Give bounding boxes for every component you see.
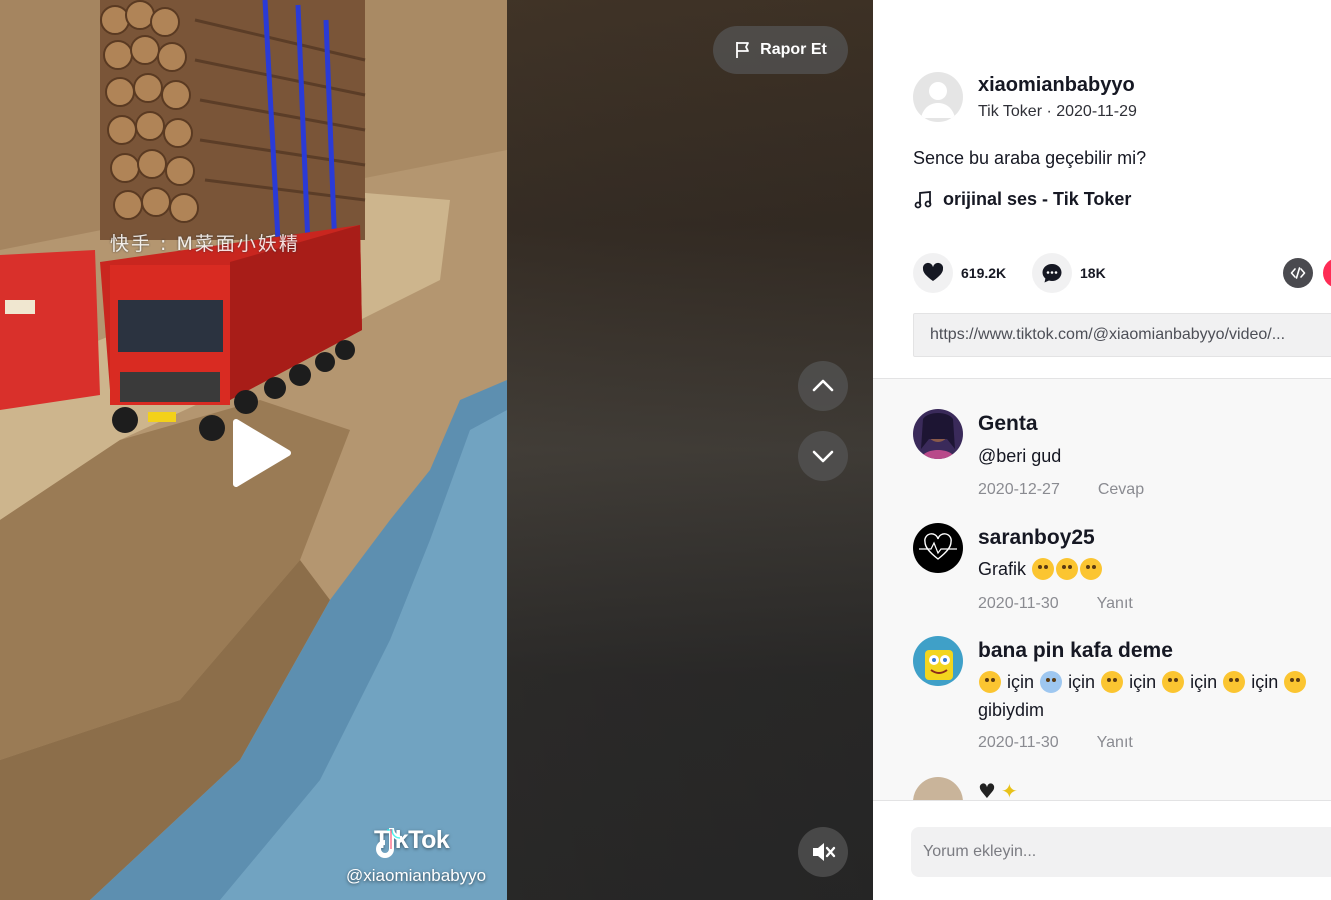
- emoji: [979, 671, 1001, 693]
- author-name[interactable]: xiaomianbabyyo: [978, 74, 1135, 97]
- emoji: [1162, 671, 1185, 693]
- comment-text: için için için için için: [978, 668, 1307, 696]
- comment-item: Genta @beri gud 2020-12-27 Cevap: [913, 409, 1331, 509]
- comment-date: 2020-11-30: [978, 734, 1059, 751]
- commenter-name[interactable]: Genta: [978, 412, 1038, 436]
- embed-code-icon: [1290, 267, 1306, 279]
- video-frame[interactable]: 快手 : M菜面小妖精 TikTok @xiaomianbabyyo: [0, 0, 507, 900]
- reply-button[interactable]: Yanıt: [1097, 595, 1133, 613]
- commenter-avatar[interactable]: [913, 777, 963, 800]
- video-overlay-text: 快手 : M菜面小妖精: [110, 233, 300, 255]
- avatar-image: [913, 636, 963, 686]
- black-heart-emoji: ♥: [978, 779, 996, 800]
- avatar-image: [913, 409, 963, 459]
- embed-button[interactable]: [1283, 258, 1313, 288]
- comment-item: saranboy25 Grafik 2020-11-30 Yanıt: [913, 523, 1331, 623]
- comment-text-continued: gibiydim: [978, 700, 1045, 720]
- comment-date: 2020-12-27: [978, 481, 1060, 498]
- comment-date: 2020-11-30: [978, 595, 1059, 612]
- music-note-icon: [914, 190, 932, 208]
- report-label: Rapor Et: [760, 41, 827, 58]
- play-icon[interactable]: [228, 418, 292, 488]
- emoji: [1040, 671, 1063, 693]
- comment-input-bar: [873, 800, 1331, 900]
- comment-icon: [1042, 264, 1062, 283]
- comment-word: için: [1007, 672, 1035, 692]
- grin-sweat-emoji: [1080, 558, 1103, 580]
- comment-count: 18K: [1080, 265, 1106, 281]
- music-label: orijinal ses - Tik Toker: [943, 189, 1132, 209]
- comment-meta: 2020-12-27 Cevap: [978, 481, 1144, 499]
- video-link-field[interactable]: https://www.tiktok.com/@xiaomianbabyyo/v…: [913, 313, 1331, 357]
- comment-input[interactable]: [911, 827, 1331, 877]
- next-video-button[interactable]: [798, 431, 848, 481]
- watermark-handle: @xiaomianbabyyo: [346, 866, 487, 885]
- comment-text: ♥ ✦: [978, 777, 1018, 800]
- video-details-panel: xiaomianbabyyo Tik Toker · 2020-11-29 Se…: [873, 0, 1331, 900]
- comments-list[interactable]: Genta @beri gud 2020-12-27 Cevap saranbo…: [873, 378, 1331, 800]
- author-avatar[interactable]: [913, 72, 963, 122]
- comment-item: bana pin kafa deme için için için için i…: [913, 636, 1331, 766]
- commenter-avatar[interactable]: [913, 636, 963, 686]
- video-caption: Sence bu araba geçebilir mi?: [913, 148, 1147, 168]
- chevron-down-icon: [812, 450, 834, 463]
- commenter-name[interactable]: bana pin kafa deme: [978, 639, 1173, 663]
- comment-word: için: [1190, 672, 1218, 692]
- reply-button[interactable]: Yanıt: [1097, 734, 1133, 752]
- commenter-name[interactable]: saranboy25: [978, 526, 1095, 550]
- previous-video-button[interactable]: [798, 361, 848, 411]
- like-count: 619.2K: [961, 265, 1007, 281]
- comment-word: için: [1068, 672, 1096, 692]
- author-meta: Tik Toker · 2020-11-29: [978, 103, 1137, 120]
- emoji: [1284, 671, 1307, 693]
- grin-sweat-emoji: [1056, 558, 1079, 580]
- comment-text-content: Grafik: [978, 559, 1027, 579]
- comment-text: Grafik: [978, 555, 1103, 583]
- user-icon: [921, 82, 955, 118]
- mute-icon: [813, 843, 836, 861]
- comment-item-partial: ♥ ✦: [913, 777, 1331, 800]
- comment-group: 18K: [1032, 253, 1106, 293]
- grin-sweat-emoji: [1032, 558, 1055, 580]
- comment-text: @beri gud: [978, 446, 1062, 466]
- comment-word: için: [1251, 672, 1279, 692]
- comment-meta: 2020-11-30 Yanıt: [978, 734, 1133, 752]
- avatar-image: [913, 523, 963, 573]
- mute-button[interactable]: [798, 827, 848, 877]
- tiktok-logo-icon: [376, 828, 402, 858]
- comment-meta: 2020-11-30 Yanıt: [978, 595, 1133, 613]
- commenter-avatar[interactable]: [913, 409, 963, 459]
- tiktok-watermark: TikTok: [374, 826, 450, 858]
- report-button[interactable]: Rapor Et: [713, 26, 848, 74]
- emoji: [1101, 671, 1124, 693]
- video-player[interactable]: 快手 : M菜面小妖精 TikTok @xiaomianbabyyo Rapor…: [0, 0, 873, 900]
- sparkles-emoji: ✦: [1000, 779, 1018, 800]
- like-group: 619.2K: [913, 253, 1006, 293]
- emoji: [1223, 671, 1246, 693]
- music-row[interactable]: orijinal ses - Tik Toker: [913, 189, 1131, 210]
- commenter-avatar[interactable]: [913, 523, 963, 573]
- flag-icon: [736, 42, 750, 58]
- heart-icon: [922, 262, 944, 281]
- share-button[interactable]: [1323, 258, 1331, 288]
- comment-word: için: [1129, 672, 1157, 692]
- comment-button[interactable]: [1032, 253, 1072, 293]
- like-button[interactable]: [913, 253, 953, 293]
- chevron-up-icon: [812, 379, 834, 392]
- reply-button[interactable]: Cevap: [1098, 481, 1144, 499]
